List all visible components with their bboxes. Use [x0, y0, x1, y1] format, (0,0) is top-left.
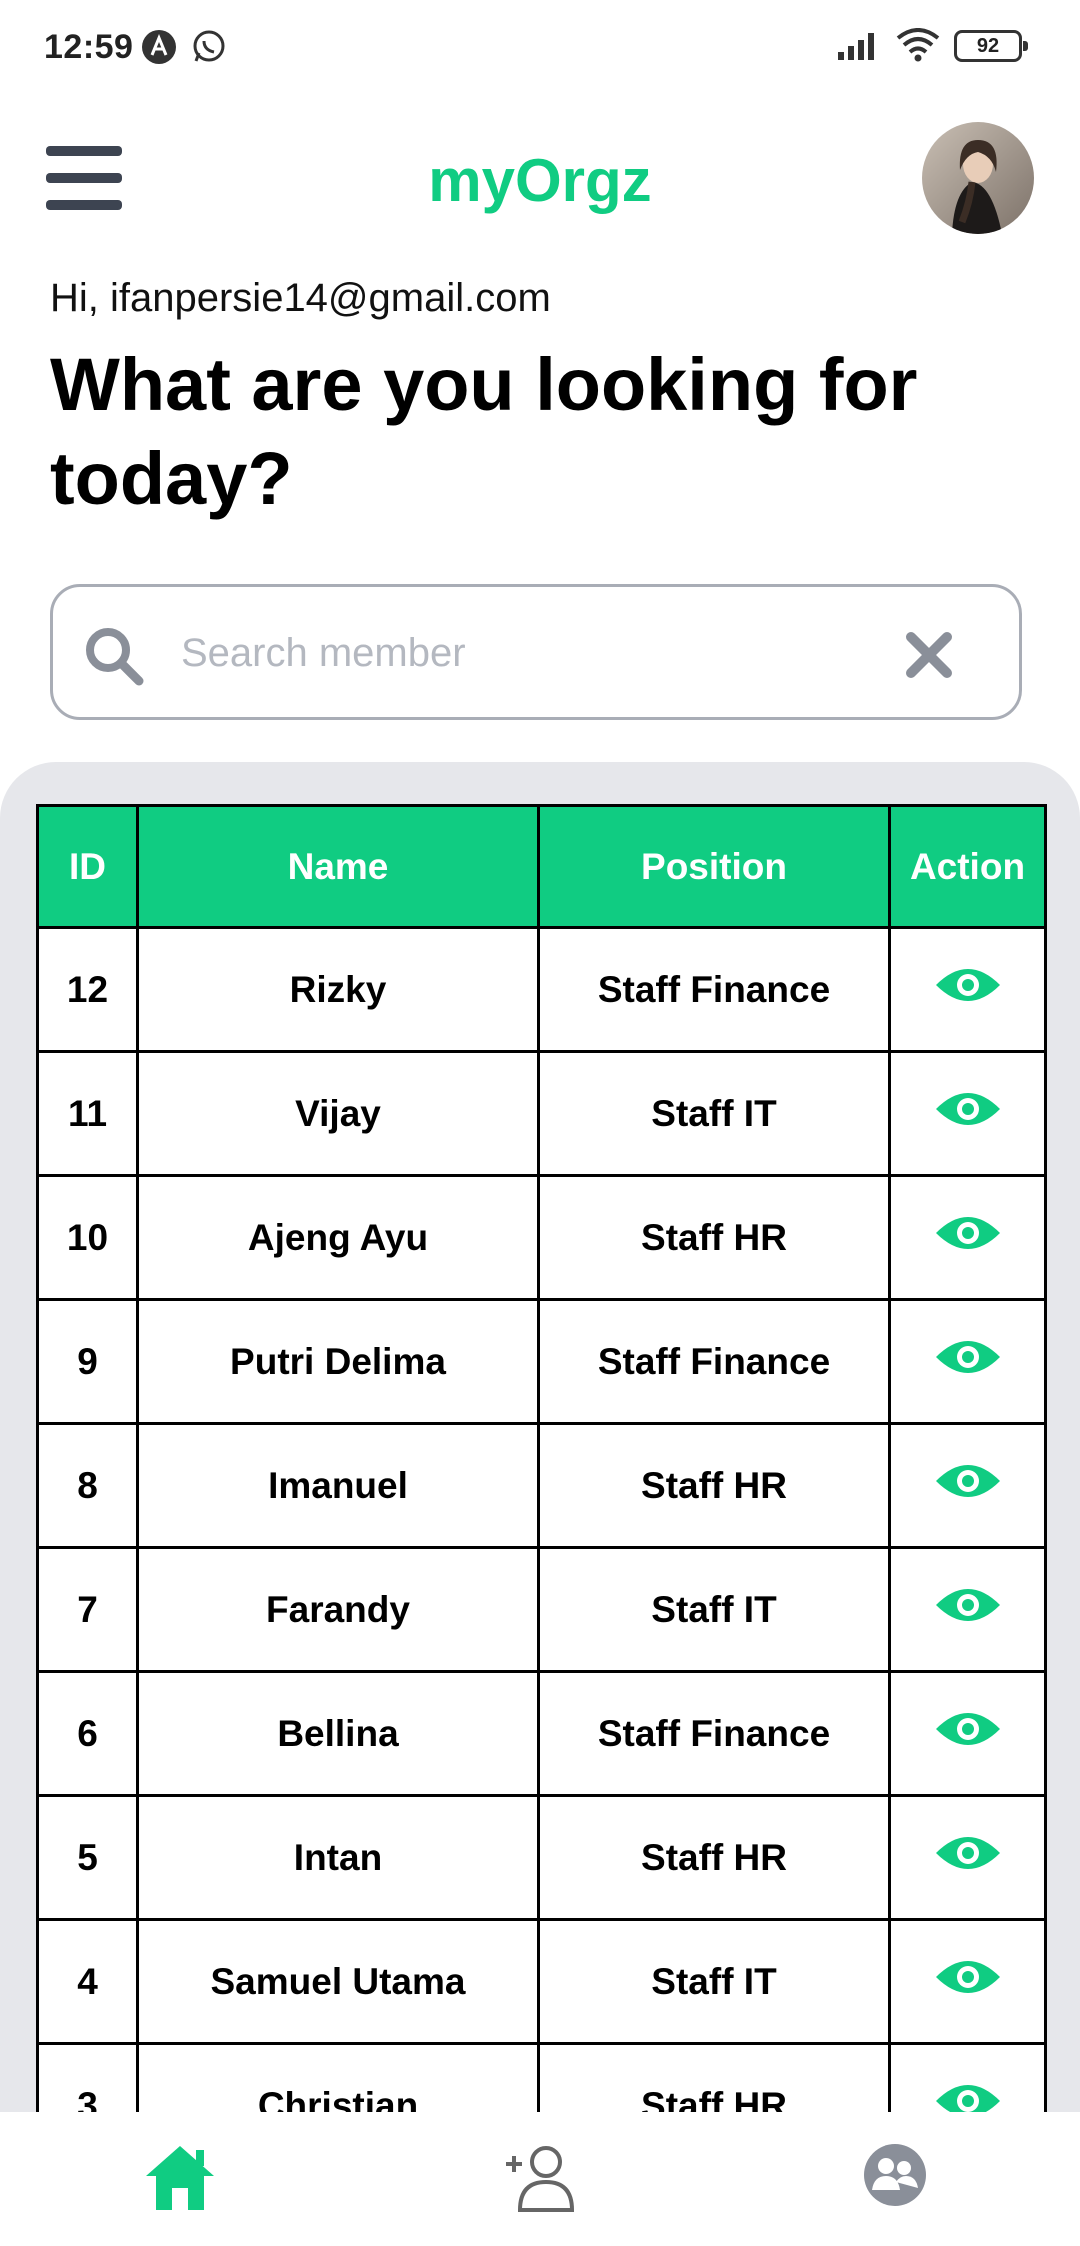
eye-icon[interactable] — [934, 963, 1002, 1016]
member-name: Bellina — [136, 1670, 540, 1797]
status-bar: 12:59 92 — [0, 0, 1080, 96]
member-id: 10 — [36, 1174, 139, 1301]
action-cell — [888, 1298, 1047, 1425]
member-name: Christian — [136, 2042, 540, 2112]
action-cell — [888, 1546, 1047, 1673]
eye-icon[interactable] — [934, 1955, 1002, 2008]
eye-icon[interactable] — [934, 1583, 1002, 1636]
table-row: 9 Putri Delima Staff Finance — [36, 1298, 1047, 1425]
action-cell — [888, 2042, 1047, 2112]
action-cell — [888, 1918, 1047, 2045]
eye-icon[interactable] — [934, 1831, 1002, 1884]
eye-icon[interactable] — [934, 1707, 1002, 1760]
member-id: 7 — [36, 1546, 139, 1673]
member-position: Staff IT — [537, 1918, 891, 2045]
member-id: 4 — [36, 1918, 139, 2045]
member-name: Vijay — [136, 1050, 540, 1177]
action-cell — [888, 1670, 1047, 1797]
member-position: Staff Finance — [537, 926, 891, 1053]
signal-icon — [836, 30, 880, 67]
member-name: Samuel Utama — [136, 1918, 540, 2045]
eye-icon[interactable] — [934, 1459, 1002, 1512]
action-cell — [888, 1050, 1047, 1177]
wifi-icon — [896, 28, 940, 67]
column-header-position: Position — [537, 804, 891, 929]
bottom-navigation — [0, 2112, 1080, 2246]
search-icon — [83, 625, 145, 692]
member-id: 12 — [36, 926, 139, 1053]
member-name: Putri Delima — [136, 1298, 540, 1425]
table-row: 6 Bellina Staff Finance — [36, 1670, 1047, 1797]
column-header-name: Name — [136, 804, 540, 929]
column-header-action: Action — [888, 804, 1047, 929]
member-position: Staff HR — [537, 1174, 891, 1301]
eye-icon[interactable] — [934, 1335, 1002, 1388]
a-notification-icon — [140, 28, 178, 71]
battery-icon: 92 — [954, 30, 1028, 62]
page-headline: What are you looking for today? — [50, 343, 918, 520]
table-header-row: ID Name Position Action — [36, 804, 1047, 929]
table-row: 7 Farandy Staff IT — [36, 1546, 1047, 1673]
member-id: 8 — [36, 1422, 139, 1549]
table-row: 5 Intan Staff HR — [36, 1794, 1047, 1921]
eye-icon[interactable] — [934, 2079, 1002, 2112]
member-name: Ajeng Ayu — [136, 1174, 540, 1301]
member-position: Staff Finance — [537, 1298, 891, 1425]
action-cell — [888, 926, 1047, 1053]
table-row: 8 Imanuel Staff HR — [36, 1422, 1047, 1549]
member-position: Staff Finance — [537, 1670, 891, 1797]
member-id: 6 — [36, 1670, 139, 1797]
action-cell — [888, 1794, 1047, 1921]
column-header-id: ID — [36, 804, 139, 929]
members-icon[interactable] — [862, 2142, 928, 2213]
status-time: 12:59 — [44, 28, 134, 66]
member-position: Staff HR — [537, 1422, 891, 1549]
table-row: 11 Vijay Staff IT — [36, 1050, 1047, 1177]
app-title: myOrgz — [428, 147, 652, 214]
close-icon[interactable] — [905, 631, 953, 684]
table-row: 10 Ajeng Ayu Staff HR — [36, 1174, 1047, 1301]
eye-icon[interactable] — [934, 1211, 1002, 1264]
member-id: 3 — [36, 2042, 139, 2112]
member-name: Imanuel — [136, 1422, 540, 1549]
action-cell — [888, 1174, 1047, 1301]
member-id: 11 — [36, 1050, 139, 1177]
battery-level: 92 — [976, 35, 1000, 57]
home-icon[interactable] — [142, 2142, 218, 2219]
member-name: Intan — [136, 1794, 540, 1921]
table-row: 3 Christian Staff HR — [36, 2042, 1047, 2112]
member-position: Staff IT — [537, 1546, 891, 1673]
profile-avatar[interactable] — [922, 122, 1034, 234]
member-list-panel: ID Name Position Action 12 Rizky Staff Fin… — [0, 762, 1080, 2112]
member-id: 5 — [36, 1794, 139, 1921]
greeting-text: Hi, ifanpersie14@gmail.com — [50, 276, 551, 320]
member-position: Staff HR — [537, 1794, 891, 1921]
member-name: Rizky — [136, 926, 540, 1053]
member-id: 9 — [36, 1298, 139, 1425]
search-input[interactable] — [181, 615, 881, 691]
search-bar[interactable] — [50, 584, 1022, 720]
table-row: 4 Samuel Utama Staff IT — [36, 1918, 1047, 2045]
whatsapp-icon — [190, 28, 228, 71]
member-table: ID Name Position Action 12 Rizky Staff Fin… — [36, 804, 1047, 2112]
table-row: 12 Rizky Staff Finance — [36, 926, 1047, 1053]
eye-icon[interactable] — [934, 1087, 1002, 1140]
member-position: Staff HR — [537, 2042, 891, 2112]
action-cell — [888, 1422, 1047, 1549]
add-user-icon[interactable] — [504, 2142, 578, 2219]
member-position: Staff IT — [537, 1050, 891, 1177]
member-name: Farandy — [136, 1546, 540, 1673]
